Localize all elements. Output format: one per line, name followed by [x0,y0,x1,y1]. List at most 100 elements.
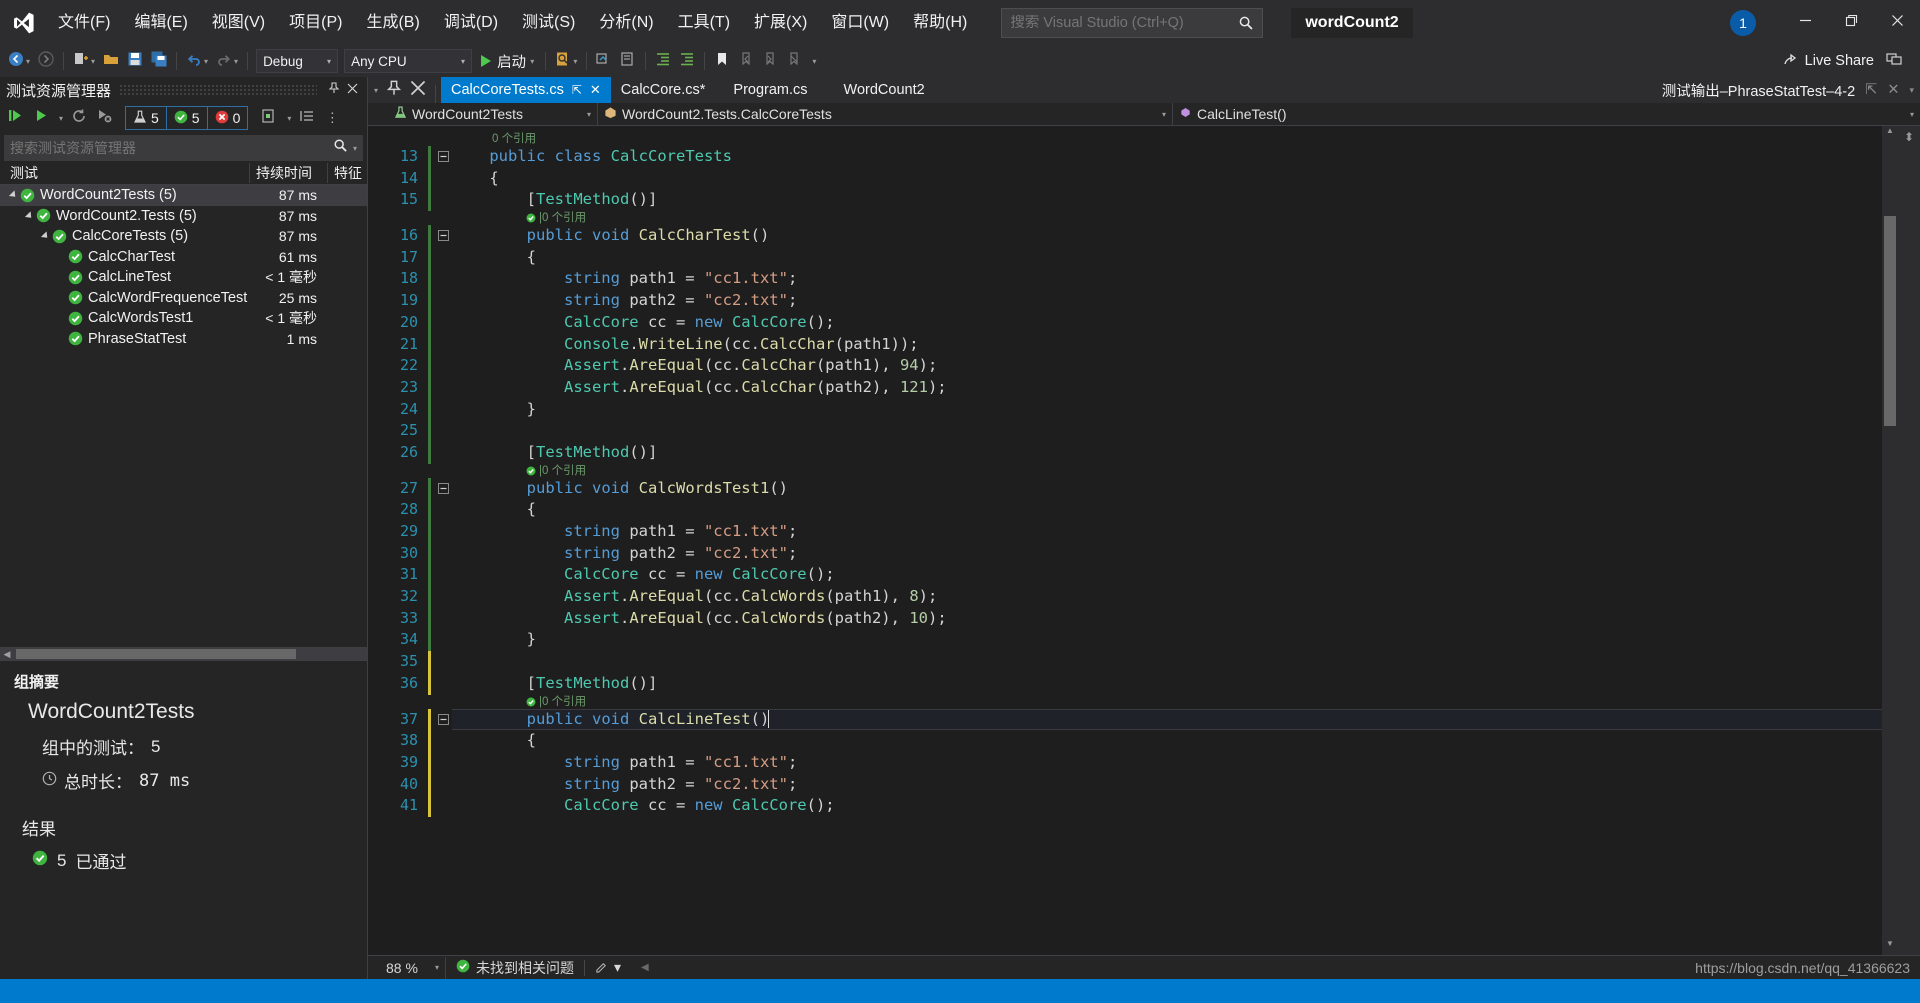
repeat-last-run-button[interactable] [67,106,91,130]
live-share-button[interactable]: Live Share [1775,48,1882,74]
split-view-icon[interactable]: ⬍ [1904,130,1914,144]
tab-list-dropdown-button[interactable]: ▾ [368,77,382,103]
redo-button[interactable]: ▾ [212,48,242,74]
close-icon[interactable]: ✕ [590,82,601,98]
test-tree-row[interactable]: CalcLineTest < 1 毫秒 [0,267,367,288]
test-tree-row[interactable]: CalcCharTest 61 ms [0,247,367,268]
code-line[interactable]: CalcCore cc = new CalcCore(); [452,795,1882,817]
menu-file[interactable]: 文件(F) [46,0,122,45]
menu-test[interactable]: 测试(S) [510,0,587,45]
panel-pin-button[interactable] [325,80,343,100]
menu-help[interactable]: 帮助(H) [901,0,979,45]
code-line[interactable]: Console.WriteLine(cc.CalcChar(path1)); [452,334,1882,356]
undo-dropdown-icon[interactable]: ▾ [204,57,208,66]
menu-debug[interactable]: 调试(D) [432,0,510,45]
back-dropdown-icon[interactable]: ▾ [26,57,30,66]
codelens-reference-count[interactable]: 0 个引用 [452,132,1882,146]
navbar-type-selector[interactable]: WordCount2.Tests.CalcCoreTests ▾ [598,102,1173,126]
start-debug-button[interactable]: 启动 ▾ [475,48,540,74]
outlining-gutter[interactable] [434,126,452,955]
test-tree-row[interactable]: PhraseStatTest 1 ms [0,329,367,350]
column-header-traits[interactable]: 特征 [327,162,367,183]
search-input[interactable] [1010,14,1239,31]
new-project-dropdown-icon[interactable]: ▾ [91,57,95,66]
code-line[interactable] [452,420,1882,442]
codelens-reference-count[interactable]: |0 个引用 [452,464,1882,478]
editor-vertical-scrollbar[interactable]: ▲ ▼ [1882,126,1898,955]
search-dropdown-icon[interactable]: ▾ [353,144,357,153]
code-line[interactable]: { [452,168,1882,190]
code-text[interactable]: 0 个引用 public class CalcCoreTests { [Test… [452,126,1882,955]
test-tree-row[interactable]: WordCount2Tests (5) 87 ms [0,185,367,206]
scroll-left-icon[interactable]: ◀ [0,649,14,660]
menu-project[interactable]: 项目(P) [277,0,354,45]
decrease-indent-button[interactable] [675,48,699,74]
test-list-horizontal-scrollbar[interactable]: ◀ [0,647,367,661]
outlining-collapse-icon[interactable] [434,146,452,168]
tab-group-close-button[interactable] [406,77,430,103]
toolbar-overflow-button[interactable]: ▾ [806,48,820,74]
tab-calccore-cs[interactable]: CalcCore.cs* [611,77,716,103]
menu-extensions[interactable]: 扩展(X) [742,0,819,45]
clear-bookmarks-button[interactable] [782,48,806,74]
code-line[interactable]: string path2 = "cc2.txt"; [452,543,1882,565]
navigate-forward-button[interactable] [34,48,58,74]
scroll-up-icon[interactable]: ▲ [1882,126,1898,142]
platform-combo[interactable]: Any CPU ▾ [344,49,473,73]
code-line[interactable]: public void CalcWordsTest1() [452,478,1882,500]
expander-triangle-icon[interactable] [38,229,52,243]
issues-status[interactable]: 未找到相关问题 [446,957,584,979]
menu-view[interactable]: 视图(V) [200,0,277,45]
save-button[interactable] [123,48,147,74]
pin-icon[interactable]: ⇱ [572,83,582,97]
code-editor[interactable]: 13 14 15 16 17 18 19 20 21 22 23 24 25 26 27 28 29 30 31 32… [368,126,1920,955]
outlining-collapse-icon[interactable] [434,478,452,500]
code-line[interactable]: Assert.AreEqual(cc.CalcChar(path2), 121)… [452,377,1882,399]
counter-passed[interactable]: 5 [167,107,208,129]
codelens-reference-count[interactable]: |0 个引用 [452,211,1882,225]
test-output-tab-label[interactable]: 测试输出–PhraseStatTest–4-2 [1662,80,1855,101]
menu-build[interactable]: 生成(B) [354,0,431,45]
navbar-member-selector[interactable]: CalcLineTest() ▾ [1173,103,1920,126]
configuration-combo[interactable]: Debug ▾ [256,49,339,73]
code-line[interactable]: [TestMethod()] [452,189,1882,211]
test-tree-row[interactable]: CalcWordsTest1 < 1 毫秒 [0,308,367,329]
tab-group-pin-button[interactable] [382,77,406,103]
run-tests-button[interactable] [29,106,53,130]
menu-edit[interactable]: 编辑(E) [122,0,199,45]
panel-close-button[interactable] [343,80,361,100]
expander-triangle-icon[interactable] [22,209,36,223]
code-line[interactable]: string path1 = "cc1.txt"; [452,268,1882,290]
code-line[interactable]: Assert.AreEqual(cc.CalcChar(path1), 94); [452,355,1882,377]
code-line[interactable]: { [452,730,1882,752]
code-line[interactable]: string path1 = "cc1.txt"; [452,521,1882,543]
test-tree-row[interactable]: WordCount2.Tests (5) 87 ms [0,206,367,227]
code-line[interactable]: Assert.AreEqual(cc.CalcWords(path1), 8); [452,586,1882,608]
scrollbar-thumb[interactable] [1884,216,1896,426]
code-line[interactable]: public void CalcCharTest() [452,225,1882,247]
menu-window[interactable]: 窗口(W) [819,0,901,45]
menu-tools[interactable]: 工具(T) [666,0,742,45]
increase-indent-button[interactable] [651,48,675,74]
code-line[interactable]: [TestMethod()] [452,442,1882,464]
test-tree-row[interactable]: CalcCoreTests (5) 87 ms [0,226,367,247]
send-feedback-button[interactable] [1882,48,1906,74]
code-line[interactable]: { [452,499,1882,521]
test-search-input[interactable] [10,140,333,156]
chevron-down-icon[interactable]: ▾ [1909,85,1914,96]
test-search-box[interactable]: ▾ [4,135,363,161]
expander-triangle-icon[interactable] [6,188,20,202]
tab-wordcount2[interactable]: WordCount2 [826,77,943,103]
notification-badge[interactable]: 1 [1730,9,1756,36]
group-by-button[interactable] [295,106,319,130]
start-dropdown-icon[interactable]: ▾ [528,57,534,66]
previous-bookmark-button[interactable] [734,48,758,74]
counter-total[interactable]: 5 [126,107,167,129]
toggle-bookmark-button[interactable] [710,48,734,74]
minimize-button[interactable] [1782,0,1828,45]
code-line[interactable]: string path1 = "cc1.txt"; [452,752,1882,774]
code-line[interactable]: Assert.AreEqual(cc.CalcWords(path2), 10)… [452,608,1882,630]
run-all-tests-button[interactable] [4,106,28,130]
test-tree[interactable]: WordCount2Tests (5) 87 ms WordCount2.Tests… [0,185,367,647]
outlining-collapse-icon[interactable] [434,225,452,247]
